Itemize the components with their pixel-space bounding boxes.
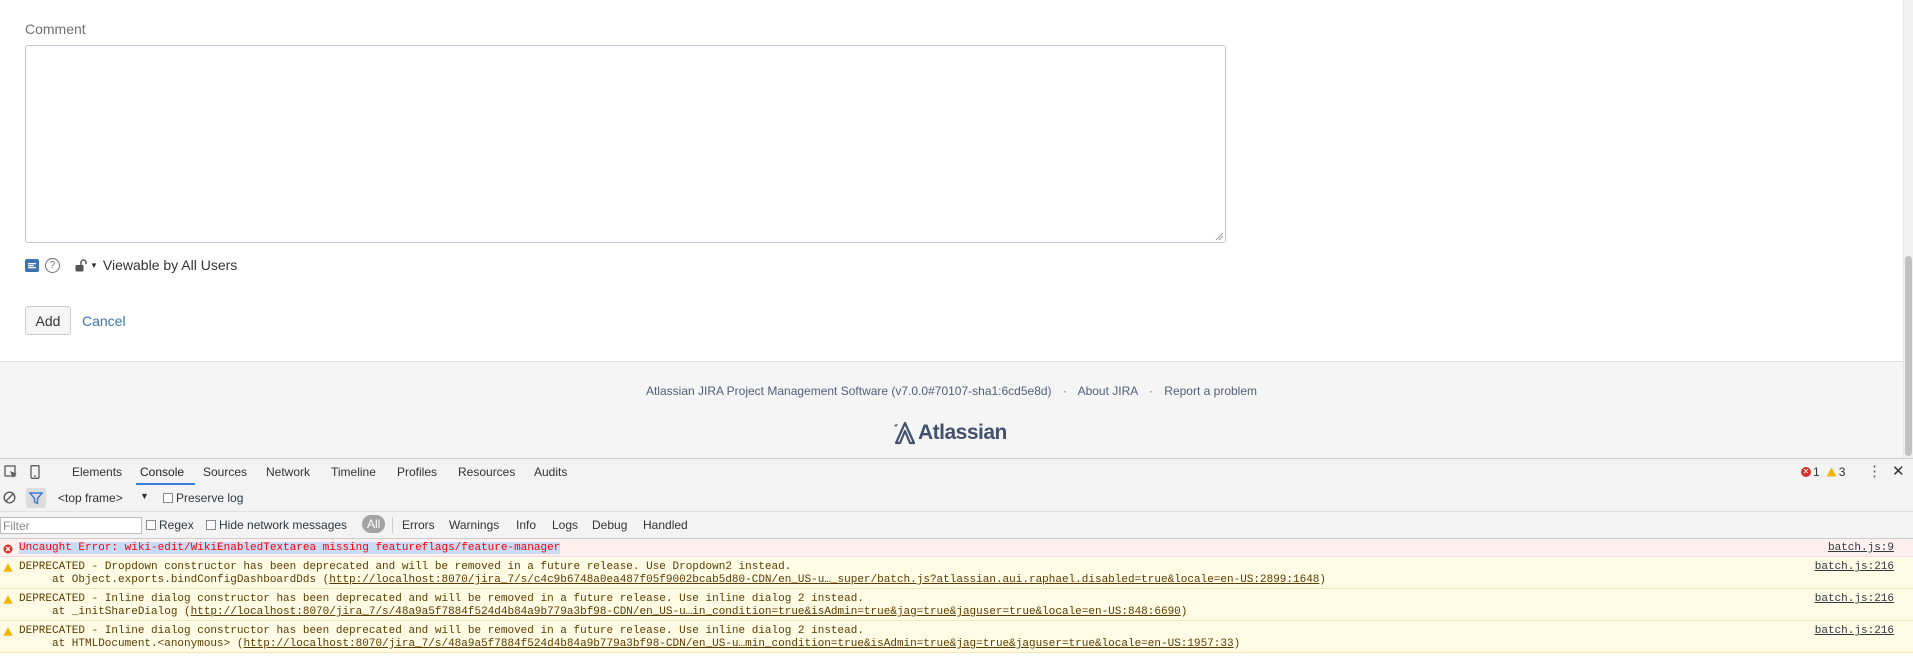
- hide-network-checkbox[interactable]: Hide network messages: [206, 518, 347, 532]
- trace-prefix: at _initShareDialog (: [52, 606, 191, 618]
- stack-trace-line: at Object.exports.bindConfigDashboardDds…: [52, 574, 1326, 586]
- comment-textarea[interactable]: [25, 45, 1226, 243]
- trace-prefix: at Object.exports.bindConfigDashboardDds…: [52, 574, 330, 586]
- tab-console[interactable]: Console: [140, 465, 184, 479]
- message-source-link[interactable]: batch.js:216: [1815, 593, 1894, 605]
- inspect-element-icon[interactable]: [4, 465, 18, 479]
- comment-label: Comment: [25, 21, 86, 37]
- message-source-link[interactable]: batch.js:9: [1828, 542, 1894, 554]
- error-icon: ✕: [1801, 467, 1811, 477]
- console-toolbar: <top frame> ▼ Preserve log: [0, 485, 1913, 512]
- console-messages: Uncaught Error: wiki-edit/WikiEnabledTex…: [0, 539, 1913, 662]
- trace-url-link[interactable]: http://localhost:8070/jira_7/s/c4c9b6748…: [329, 574, 1319, 586]
- console-filter-input[interactable]: [0, 517, 142, 534]
- console-message-counts[interactable]: ✕ 1 3: [1801, 465, 1845, 479]
- visibility-selector[interactable]: Viewable by All Users: [103, 257, 237, 273]
- level-logs-button[interactable]: Logs: [552, 518, 578, 532]
- jira-page: Comment ? ▼ Viewable by All Users Add Ca…: [0, 0, 1903, 458]
- help-icon[interactable]: ?: [45, 257, 60, 273]
- atlassian-mark-icon: [894, 421, 916, 445]
- tab-network[interactable]: Network: [266, 465, 310, 479]
- warning-message-text: DEPRECATED - Inline dialog constructor h…: [19, 593, 864, 605]
- unlock-icon[interactable]: [75, 258, 87, 272]
- footer-links: Atlassian JIRA Project Management Softwa…: [0, 384, 1903, 398]
- trace-prefix: at HTMLDocument.<anonymous> (: [52, 638, 244, 650]
- atlassian-wordmark: Atlassian: [918, 421, 1007, 444]
- trace-suffix: ): [1180, 606, 1188, 618]
- more-options-icon[interactable]: ⋮: [1867, 462, 1882, 480]
- filter-icon: [28, 492, 44, 505]
- warning-count: 3: [1838, 465, 1846, 479]
- report-problem-link[interactable]: Report a problem: [1164, 384, 1257, 398]
- error-icon: [3, 544, 13, 554]
- console-message-warning: DEPRECATED - Dropdown constructor has be…: [0, 558, 1913, 589]
- about-jira-link[interactable]: About JIRA: [1078, 384, 1138, 398]
- trace-suffix: ): [1233, 638, 1241, 650]
- tab-profiles[interactable]: Profiles: [397, 465, 437, 479]
- level-debug-button[interactable]: Debug: [592, 518, 627, 532]
- preserve-log-checkbox[interactable]: Preserve log: [163, 491, 243, 505]
- wiki-renderer-icon[interactable]: [25, 258, 39, 272]
- trace-url-link[interactable]: http://localhost:8070/jira_7/s/48a9a5f78…: [191, 606, 1181, 618]
- chevron-down-icon[interactable]: ▼: [140, 491, 149, 501]
- stack-trace-line: at HTMLDocument.<anonymous> (http://loca…: [52, 638, 1240, 650]
- level-warnings-button[interactable]: Warnings: [449, 518, 499, 532]
- filter-toggle-button[interactable]: [26, 488, 46, 508]
- cancel-link[interactable]: Cancel: [82, 313, 126, 329]
- level-all-button[interactable]: All: [362, 515, 386, 533]
- warning-icon: [1826, 467, 1837, 477]
- footer-separator: ·: [1062, 384, 1067, 398]
- trace-url-link[interactable]: http://localhost:8070/jira_7/s/48a9a5f78…: [243, 638, 1233, 650]
- device-mode-icon[interactable]: [30, 465, 40, 479]
- message-source-link[interactable]: batch.js:216: [1815, 625, 1894, 637]
- chevron-down-icon[interactable]: ▼: [90, 261, 98, 270]
- devtools-panel: Elements Console Sources Network Timelin…: [0, 458, 1913, 662]
- warning-icon: [3, 595, 13, 604]
- resize-grip-icon[interactable]: [1215, 232, 1223, 240]
- checkbox-box[interactable]: [206, 520, 216, 530]
- page-scrollbar[interactable]: [1903, 0, 1913, 458]
- tab-timeline[interactable]: Timeline: [331, 465, 376, 479]
- close-devtools-icon[interactable]: ✕: [1892, 462, 1905, 480]
- level-errors-button[interactable]: Errors: [402, 518, 435, 532]
- console-filter-bar: Regex Hide network messages All Errors W…: [0, 512, 1913, 539]
- hide-network-label: Hide network messages: [219, 518, 348, 532]
- error-message-text: Uncaught Error: wiki-edit/WikiEnabledTex…: [19, 542, 561, 554]
- tab-audits[interactable]: Audits: [534, 465, 567, 479]
- add-comment-button[interactable]: Add: [25, 306, 71, 335]
- warning-message-text: DEPRECATED - Dropdown constructor has be…: [19, 561, 792, 573]
- tab-sources[interactable]: Sources: [203, 465, 247, 479]
- checkbox-box[interactable]: [146, 520, 156, 530]
- console-message-warning: DEPRECATED - Inline dialog constructor h…: [0, 622, 1913, 653]
- message-source-link[interactable]: batch.js:216: [1815, 561, 1894, 573]
- footer-version-link[interactable]: Atlassian JIRA Project Management Softwa…: [646, 384, 1052, 398]
- level-info-button[interactable]: Info: [516, 518, 536, 532]
- trace-suffix: ): [1319, 574, 1327, 586]
- console-message-error: Uncaught Error: wiki-edit/WikiEnabledTex…: [0, 539, 1913, 557]
- level-handled-button[interactable]: Handled: [643, 518, 688, 532]
- tab-elements[interactable]: Elements: [72, 465, 122, 479]
- checkbox-box[interactable]: [163, 493, 173, 503]
- footer: Atlassian JIRA Project Management Softwa…: [0, 361, 1903, 458]
- atlassian-logo[interactable]: Atlassian: [893, 421, 1007, 445]
- devtools-tabbar: Elements Console Sources Network Timelin…: [0, 459, 1913, 486]
- error-count: 1: [1813, 465, 1820, 479]
- stack-trace-line: at _initShareDialog (http://localhost:80…: [52, 606, 1187, 618]
- page-scroll-thumb[interactable]: [1905, 256, 1912, 456]
- regex-checkbox[interactable]: Regex: [146, 518, 194, 532]
- warning-icon: [3, 627, 13, 636]
- clear-console-icon[interactable]: [3, 491, 16, 504]
- regex-label: Regex: [159, 518, 194, 532]
- preserve-log-label: Preserve log: [176, 491, 244, 505]
- level-separator: [392, 517, 393, 533]
- footer-separator: ·: [1148, 384, 1153, 398]
- frame-selector[interactable]: <top frame>: [58, 491, 123, 505]
- tab-resources[interactable]: Resources: [458, 465, 515, 479]
- console-message-warning: DEPRECATED - Inline dialog constructor h…: [0, 590, 1913, 621]
- editor-toolbar: ? ▼ Viewable by All Users: [25, 256, 237, 274]
- warning-message-text: DEPRECATED - Inline dialog constructor h…: [19, 625, 864, 637]
- warning-icon: [3, 563, 13, 572]
